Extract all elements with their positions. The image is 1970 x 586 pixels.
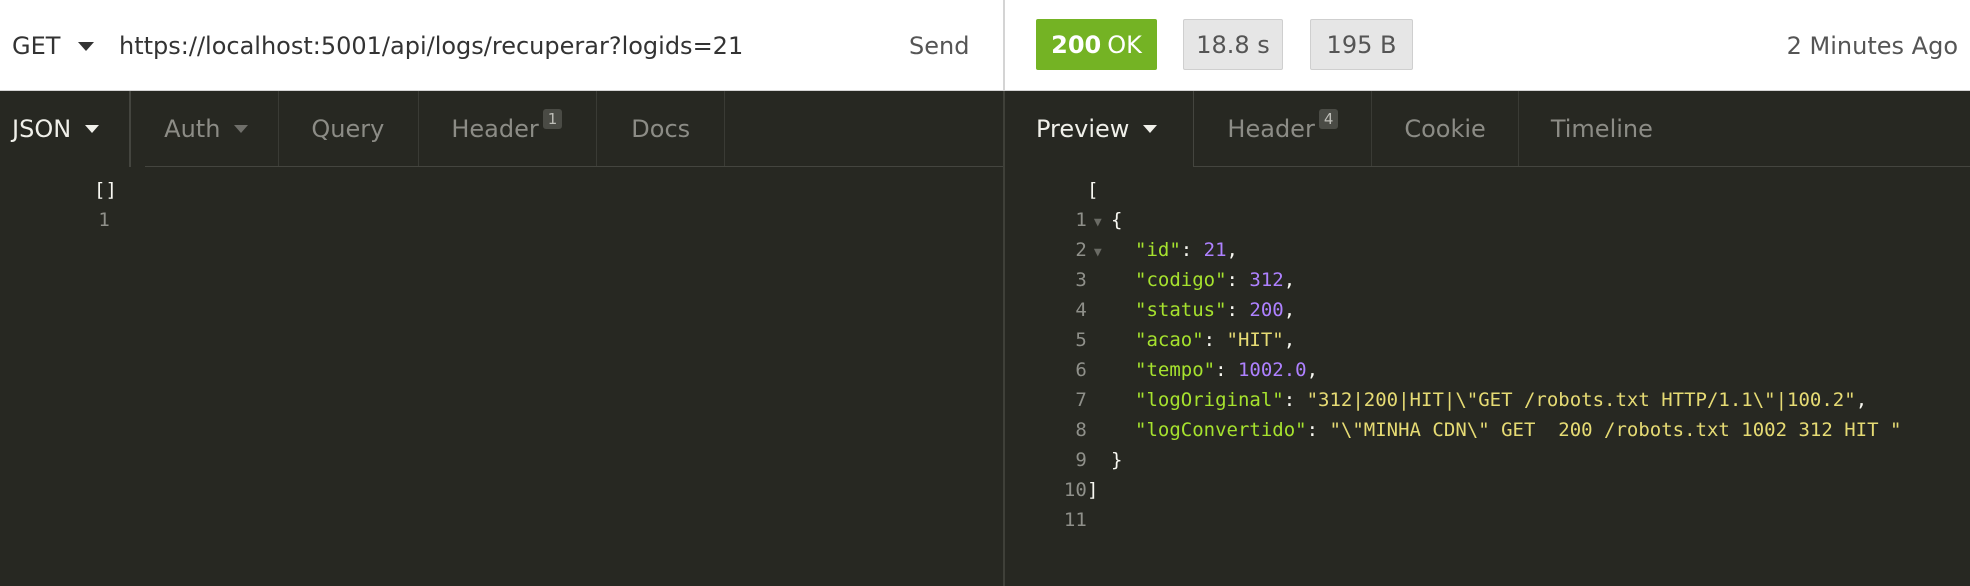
url-input[interactable]: https://localhost:5001/api/logs/recupera… bbox=[119, 32, 879, 60]
tab-cookie[interactable]: Cookie bbox=[1372, 91, 1519, 167]
code-content: "tempo": 1002.0, bbox=[1135, 359, 1319, 381]
response-meta-bar: 200 OK 18.8 s 195 B 2 Minutes Ago bbox=[1005, 0, 1970, 91]
tab-query[interactable]: Query bbox=[279, 91, 420, 167]
tab-label: Auth bbox=[164, 115, 221, 143]
code-content: "logConvertido": "\"MINHA CDN\" GET 200 … bbox=[1135, 419, 1902, 441]
chevron-down-icon bbox=[1143, 125, 1158, 133]
json-key: "id" bbox=[1135, 239, 1181, 261]
line-number: 1 bbox=[98, 209, 110, 231]
code-content: ] bbox=[1087, 479, 1099, 501]
tab-label: Cookie bbox=[1404, 115, 1486, 143]
json-value: 1002.0 bbox=[1237, 359, 1307, 381]
code-content: { bbox=[1111, 209, 1123, 231]
tab-label: Query bbox=[311, 115, 385, 143]
request-tabs: JSON Auth Query Header 1 Docs bbox=[0, 91, 1003, 167]
json-value: 312 bbox=[1249, 269, 1284, 291]
top-bar: GET https://localhost:5001/api/logs/recu… bbox=[0, 0, 1970, 91]
time-badge: 18.8 s bbox=[1183, 19, 1283, 70]
code-content: "codigo": 312, bbox=[1135, 269, 1296, 291]
tab-label: Timeline bbox=[1550, 115, 1653, 143]
json-value: 200 bbox=[1249, 299, 1284, 321]
tab-label: Header bbox=[1227, 115, 1315, 143]
code-line: 2 ▼ { bbox=[1005, 205, 1970, 261]
code-line: 11 ] bbox=[1005, 475, 1970, 531]
chevron-down-icon bbox=[234, 125, 249, 133]
tab-label: Preview bbox=[1036, 115, 1130, 143]
chevron-down-icon bbox=[78, 41, 95, 51]
tab-json[interactable]: JSON bbox=[0, 91, 131, 167]
tab-preview[interactable]: Preview bbox=[1005, 91, 1195, 167]
code-line: 4 "codigo": 312, bbox=[1005, 265, 1970, 321]
send-button[interactable]: Send bbox=[909, 32, 969, 60]
status-text: OK bbox=[1107, 30, 1142, 59]
code-content: "id": 21, bbox=[1135, 239, 1238, 261]
response-tabs: Preview Header 4 Cookie Timeline bbox=[1005, 91, 1970, 167]
json-key: "status" bbox=[1135, 299, 1227, 321]
code-content: } bbox=[1111, 449, 1123, 471]
tab-header[interactable]: Header 1 bbox=[419, 91, 598, 167]
code-line: 3 "id": 21, bbox=[1005, 235, 1970, 291]
status-badge: 200 OK bbox=[1036, 19, 1157, 70]
header-count-badge: 4 bbox=[1318, 109, 1339, 129]
json-key: "logOriginal" bbox=[1135, 389, 1284, 411]
code-line: 5 "status": 200, bbox=[1005, 295, 1970, 351]
tab-label: Docs bbox=[631, 115, 691, 143]
request-bar: GET https://localhost:5001/api/logs/recu… bbox=[0, 0, 1004, 91]
code-content: "logOriginal": "312|200|HIT|\"GET /robot… bbox=[1135, 389, 1868, 411]
tabs-underline-right bbox=[1193, 166, 1970, 167]
tab-label: Header bbox=[451, 115, 539, 143]
code-line: 6 "acao": "HIT", bbox=[1005, 325, 1970, 381]
request-body-editor[interactable]: 1 [] bbox=[0, 175, 1003, 231]
status-code: 200 bbox=[1051, 30, 1102, 59]
tab-response-header[interactable]: Header 4 bbox=[1194, 91, 1373, 167]
json-value: 21 bbox=[1203, 239, 1227, 261]
json-key: "tempo" bbox=[1135, 359, 1216, 381]
tab-docs[interactable]: Docs bbox=[597, 91, 726, 167]
tabs-underline-left bbox=[145, 166, 1003, 167]
code-line: 1 ▼ [ bbox=[1005, 175, 1970, 231]
tab-label: JSON bbox=[12, 115, 72, 143]
history-dropdown[interactable]: 2 Minutes Ago bbox=[1787, 32, 1958, 60]
code-content: [ bbox=[1087, 179, 1099, 201]
size-badge: 195 B bbox=[1310, 19, 1413, 70]
chevron-down-icon bbox=[85, 125, 100, 133]
code-content: "acao": "HIT", bbox=[1135, 329, 1296, 351]
code-line: 1 [] bbox=[0, 175, 1003, 231]
code-line: 10 } bbox=[1005, 445, 1970, 501]
code-content: "status": 200, bbox=[1135, 299, 1296, 321]
header-count-badge: 1 bbox=[542, 109, 563, 129]
json-value: "\"MINHA CDN\" GET 200 /robots.txt 1002 … bbox=[1329, 419, 1902, 441]
response-preview: 1 ▼ [ 2 ▼ { 3 "id": 21, 4 "codigo": 312, 5… bbox=[1005, 175, 1970, 531]
tab-timeline[interactable]: Timeline bbox=[1519, 91, 1685, 167]
tab-auth[interactable]: Auth bbox=[130, 91, 280, 167]
code-line: 9 "logConvertido": "\"MINHA CDN\" GET 20… bbox=[1005, 415, 1970, 471]
json-key: "acao" bbox=[1135, 329, 1204, 351]
json-value: "312|200|HIT|\"GET /robots.txt HTTP/1.1\… bbox=[1306, 389, 1856, 411]
json-value: "HIT" bbox=[1226, 329, 1284, 351]
method-select[interactable]: GET bbox=[12, 32, 95, 60]
json-key: "codigo" bbox=[1135, 269, 1227, 291]
method-label: GET bbox=[12, 32, 61, 60]
code-line: 7 "tempo": 1002.0, bbox=[1005, 355, 1970, 411]
line-number: 11 bbox=[1063, 509, 1087, 531]
json-key: "logConvertido" bbox=[1135, 419, 1307, 441]
code-line: 8 "logOriginal": "312|200|HIT|\"GET /rob… bbox=[1005, 385, 1970, 441]
code-content: [] bbox=[94, 179, 117, 201]
